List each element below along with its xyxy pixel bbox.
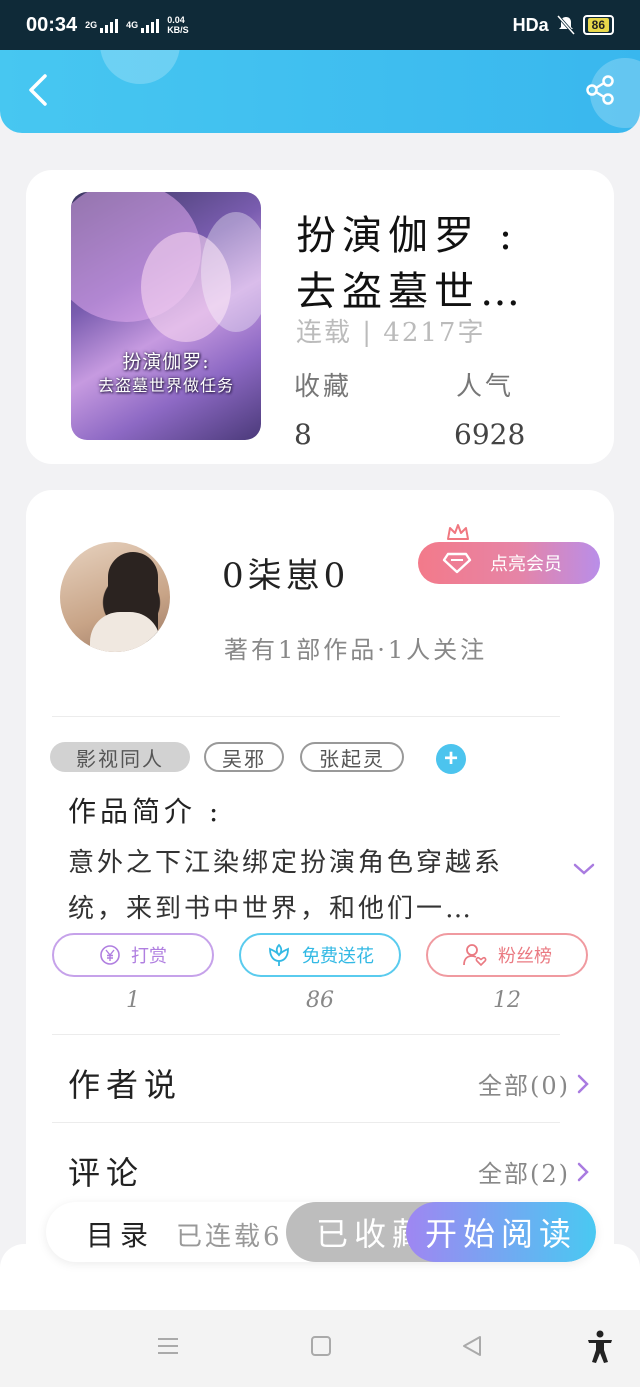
book-title: 扮演伽罗 : 去盗墓世… [296,208,596,320]
send-flower-button[interactable]: 免费送花 [239,933,401,977]
popularity-label: 人气 [456,372,515,402]
tip-count: 1 [126,988,140,1013]
flower-count: 86 [306,988,334,1013]
signal-bars-icon-2 [141,17,160,33]
fan-rank-button[interactable]: 粉丝榜 [426,933,588,977]
tag-character-2[interactable]: 张起灵 [300,742,404,772]
net-speed-value: 0.04 [167,15,185,25]
crown-icon [447,524,469,540]
divider [52,716,560,717]
intro-title: 作品简介 : [68,795,223,828]
serial-status: 已连载6 [176,1222,283,1252]
chevron-right-icon [577,1074,589,1093]
author-avatar[interactable] [60,542,170,652]
tag-character-1[interactable]: 吴邪 [204,742,284,772]
chevron-right-icon-2 [577,1162,589,1181]
book-cover[interactable]: 扮演伽罗: 去盗墓世界做任务 [71,192,261,440]
cover-title-line1: 扮演伽罗: [122,351,210,373]
collect-value: 8 [294,418,312,451]
collect-label: 收藏 [294,372,353,402]
fan-rank-label: 粉丝榜 [498,946,552,966]
author-says-all-link[interactable]: 全部(0) [478,1066,590,1101]
tip-label: 打赏 [131,946,167,966]
author-name[interactable]: 0柒崽0 [222,548,349,597]
author-says-all-label: 全部(0) [478,1072,570,1100]
cover-title-line2: 去盗墓世界做任务 [97,376,234,395]
back-triangle-icon[interactable] [460,1334,484,1358]
share-button[interactable] [580,70,620,110]
flower-icon [269,943,289,966]
accessibility-icon[interactable] [586,1330,614,1364]
net-speed-unit: KB/S [167,25,189,35]
author-says-title: 作者说 [68,1066,183,1104]
home-icon[interactable] [309,1334,333,1358]
book-status: 连载 | 4217字 [296,318,486,348]
net-speed: 0.04 KB/S [167,15,189,35]
book-title-line1: 扮演伽罗 : [296,213,519,259]
send-flower-label: 免费送花 [302,946,374,966]
vip-label: 点亮会员 [490,554,562,574]
comments-all-label: 全部(2) [478,1160,570,1188]
comments-all-link[interactable]: 全部(2) [478,1154,590,1189]
bottom-action-bar: 目录 已连载6 已收藏 开始阅读 [46,1202,596,1262]
author-works: 著有1部作品·1人关注 [224,636,488,664]
divider-3 [52,1122,560,1123]
status-bar: 00:34 2G 4G 0.04 KB/S HDa 86 [0,0,640,50]
status-time: 00:34 [26,13,78,36]
mute-bell-icon [556,15,575,35]
fan-count: 12 [493,988,521,1013]
share-icon [586,75,614,105]
popularity-value: 6928 [454,418,526,451]
system-nav-bar [0,1310,640,1387]
comments-title: 评论 [68,1154,145,1192]
menu-icon[interactable] [156,1334,180,1358]
add-tag-button[interactable]: + [436,744,466,774]
battery-level: 86 [587,18,609,32]
yen-coin-icon [100,945,120,965]
tag-genre[interactable]: 影视同人 [50,742,190,772]
signal-label-1: 2G [85,19,98,30]
signal-label-2: 4G [126,19,139,30]
chevron-left-icon [29,74,47,106]
user-heart-icon [463,944,487,967]
header-bar [0,50,640,133]
back-button[interactable] [18,70,58,110]
book-info-card: 扮演伽罗: 去盗墓世界做任务 扮演伽罗 : 去盗墓世… 连载 | 4217字 收… [26,170,614,464]
chevron-down-icon[interactable] [572,862,596,876]
toc-button[interactable]: 目录 [86,1214,154,1254]
vip-button[interactable]: 点亮会员 [418,542,600,584]
header-bubble-decoration [100,50,180,84]
cover-title: 扮演伽罗: 去盗墓世界做任务 [71,350,261,398]
intro-text[interactable]: 意外之下江染绑定扮演角色穿越系统，来到书中世界，和他们一… [68,840,558,932]
divider-2 [52,1034,560,1035]
author-card: 0柒崽0 点亮会员 著有1部作品·1人关注 影视同人 吴邪 张起灵 + 作品简介… [26,490,614,1270]
battery-icon: 86 [582,15,614,35]
hd-label: HDa [512,14,549,35]
start-reading-button[interactable]: 开始阅读 [406,1202,596,1262]
diamond-icon [442,552,472,574]
signal-bars-icon [100,17,119,33]
tip-button[interactable]: 打赏 [52,933,214,977]
